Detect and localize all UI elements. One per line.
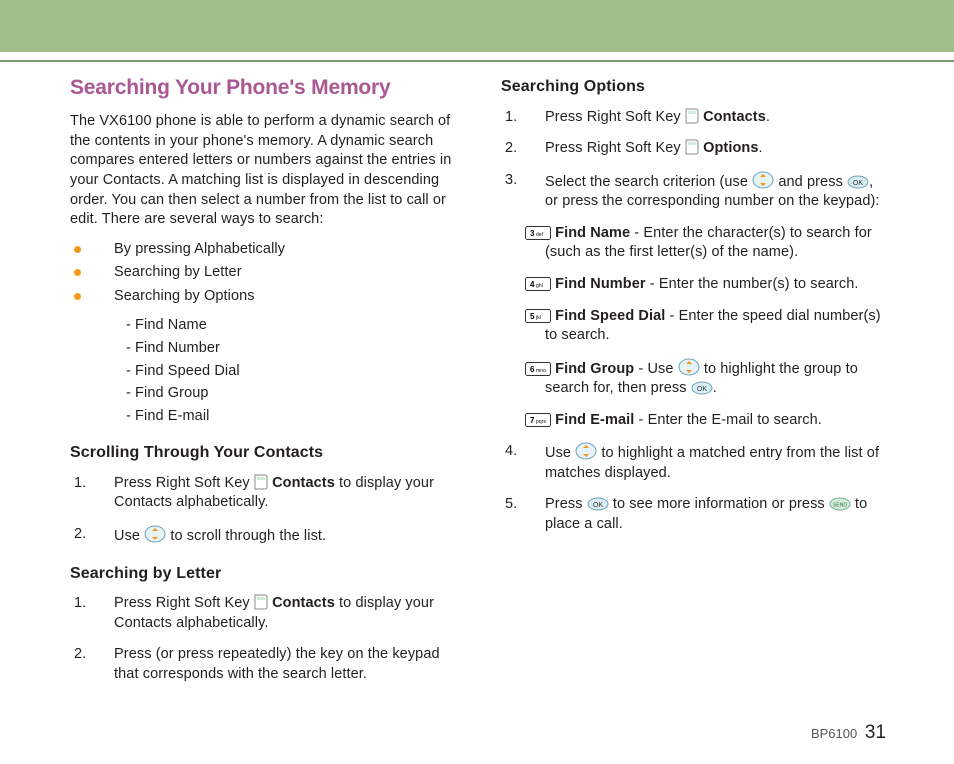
opt-step-1: Press Right Soft Key Contacts. — [501, 108, 884, 128]
opt-step-4: Use to highlight a matched entry from th… — [501, 442, 884, 483]
letter-step-1: Press Right Soft Key Contacts to display… — [70, 594, 453, 633]
subfind-name: - Find Name — [70, 316, 453, 336]
subfind-speed: - Find Speed Dial — [70, 362, 453, 382]
heading-options: Searching Options — [501, 76, 884, 98]
bullet-letter: Searching by Letter — [70, 263, 453, 283]
send-key-icon: SEND — [829, 497, 851, 511]
svg-text:SEND: SEND — [833, 503, 848, 509]
key-5-item: 5jkl Find Speed Dial - Enter the speed d… — [501, 307, 884, 346]
nav-key-icon — [752, 171, 774, 189]
scroll-step-1: Press Right Soft Key Contacts to display… — [70, 474, 453, 513]
svg-text:OK: OK — [697, 386, 708, 393]
scrolling-steps: Press Right Soft Key Contacts to display… — [70, 474, 453, 547]
right-softkey-icon — [254, 594, 268, 610]
svg-text:pqrs: pqrs — [536, 419, 547, 425]
find-name-label: Find Name — [555, 225, 630, 241]
page-footer: BP6100 31 — [0, 696, 954, 744]
heading-letter: Searching by Letter — [70, 563, 453, 585]
key-4-item: 4ghi Find Number - Enter the number(s) t… — [501, 275, 884, 295]
page-title: Searching Your Phone's Memory — [70, 74, 453, 102]
right-column: Searching Options Press Right Soft Key C… — [501, 74, 884, 696]
opt-step-2: Press Right Soft Key Options. — [501, 139, 884, 159]
content-columns: Searching Your Phone's Memory The VX6100… — [0, 74, 954, 696]
key-5-icon: 5jkl — [525, 309, 551, 323]
bullet-alpha: By pressing Alphabetically — [70, 240, 453, 260]
heading-scrolling: Scrolling Through Your Contacts — [70, 442, 453, 464]
svg-text:7: 7 — [530, 416, 535, 425]
ok-key-icon: OK — [587, 497, 609, 511]
intro-text: The VX6100 phone is able to perform a dy… — [70, 112, 453, 229]
search-methods-list: By pressing Alphabetically Searching by … — [70, 240, 453, 307]
left-column: Searching Your Phone's Memory The VX6100… — [70, 74, 453, 696]
opt-step-3: Select the search criterion (use and pre… — [501, 171, 884, 212]
page-number: 31 — [865, 722, 886, 743]
find-email-label: Find E-mail — [555, 412, 634, 428]
options-steps-cont: Use to highlight a matched entry from th… — [501, 442, 884, 534]
svg-text:5: 5 — [530, 312, 535, 321]
right-softkey-icon — [685, 108, 699, 124]
right-softkey-icon — [685, 139, 699, 155]
letter-step-2: Press (or press repeatedly) the key on t… — [70, 645, 453, 684]
svg-text:jkl: jkl — [535, 315, 541, 321]
svg-text:3: 3 — [530, 229, 535, 238]
svg-text:ghi: ghi — [536, 283, 543, 289]
find-speed-label: Find Speed Dial — [555, 308, 665, 324]
subfind-group: - Find Group — [70, 384, 453, 404]
key-6-item: 6mno Find Group - Use to highlight the g… — [501, 358, 884, 399]
nav-key-icon — [678, 358, 700, 376]
bullet-options: Searching by Options — [70, 287, 453, 307]
find-group-label: Find Group — [555, 361, 634, 377]
opt-step-5: Press OK to see more information or pres… — [501, 495, 884, 534]
nav-key-icon — [575, 442, 597, 460]
header-bar — [0, 0, 954, 52]
model-label: BP6100 — [811, 726, 857, 741]
contacts-label: Contacts — [703, 109, 766, 125]
key-4-icon: 4ghi — [525, 277, 551, 291]
options-steps: Press Right Soft Key Contacts. Press Rig… — [501, 108, 884, 212]
ok-key-icon: OK — [847, 175, 869, 189]
ok-key-icon: OK — [691, 381, 713, 395]
svg-text:OK: OK — [593, 502, 604, 509]
key-3-item: 3def Find Name - Enter the character(s) … — [501, 224, 884, 263]
right-softkey-icon — [254, 474, 268, 490]
svg-text:OK: OK — [853, 180, 864, 187]
svg-text:def: def — [536, 232, 544, 238]
key-3-icon: 3def — [525, 226, 551, 240]
options-label: Options — [703, 140, 758, 156]
subfind-number: - Find Number — [70, 339, 453, 359]
nav-key-icon — [144, 525, 166, 543]
letter-steps: Press Right Soft Key Contacts to display… — [70, 594, 453, 684]
find-number-label: Find Number — [555, 276, 646, 292]
header-rule — [0, 60, 954, 62]
contacts-label: Contacts — [272, 595, 335, 611]
svg-text:mno: mno — [536, 368, 546, 374]
subfind-email: - Find E-mail — [70, 407, 453, 427]
scroll-step-2: Use to scroll through the list. — [70, 525, 453, 547]
key-7-icon: 7pqrs — [525, 413, 551, 427]
svg-text:4: 4 — [530, 280, 535, 289]
svg-text:6: 6 — [530, 365, 535, 374]
key-6-icon: 6mno — [525, 362, 551, 376]
contacts-label: Contacts — [272, 475, 335, 491]
key-7-item: 7pqrs Find E-mail - Enter the E-mail to … — [501, 411, 884, 431]
